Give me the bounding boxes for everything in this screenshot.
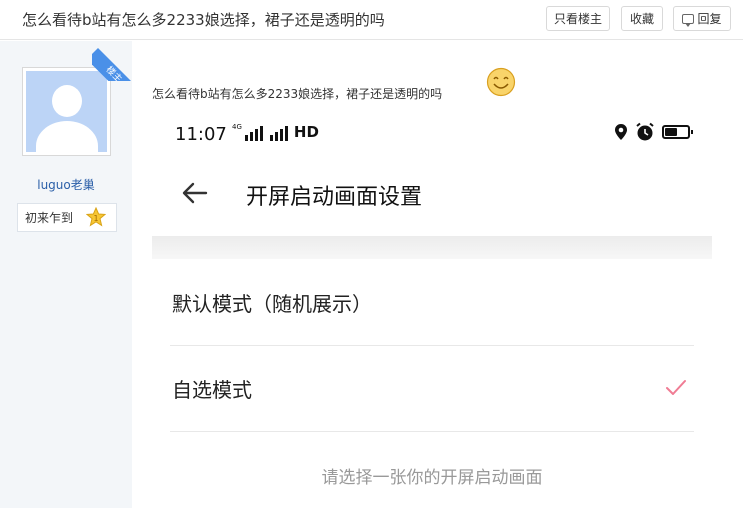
hint-text: 请选择一张你的开屏启动画面 [321, 468, 543, 488]
reply-label: 回复 [697, 12, 722, 26]
op-ribbon: 楼主 [92, 41, 132, 81]
status-time: 11:07 [175, 124, 227, 145]
status-icons [614, 122, 693, 142]
favorite-label: 收藏 [629, 12, 654, 26]
default-avatar-icon [26, 71, 107, 152]
author-username[interactable]: luguo老巢 [0, 176, 132, 193]
embedded-screenshot: 11:07 4G HD 开屏启动画面设置 默认模式（随机展示） 自选模式 请选择… [152, 110, 712, 508]
reply-icon [682, 13, 695, 27]
battery-icon [662, 125, 693, 139]
reply-button[interactable]: 回复 [673, 6, 731, 31]
thread-header: 怎么看待b站有怎么多2233娘选择，裙子还是透明的吗 只看楼主 收藏 回复 [0, 0, 743, 40]
alarm-icon [636, 122, 654, 141]
favorite-button[interactable]: 收藏 [621, 6, 663, 31]
smiley-emoji-icon [486, 67, 516, 97]
only-op-button[interactable]: 只看楼主 [546, 6, 610, 31]
hd-label: HD [293, 123, 319, 141]
signal-indicator: 4G HD [232, 123, 319, 141]
option-custom-mode[interactable]: 自选模式 [170, 346, 694, 432]
only-op-label: 只看楼主 [553, 12, 602, 26]
post-text: 怎么看待b站有怎么多2233娘选择，裙子还是透明的吗 [152, 87, 443, 101]
option-default-mode[interactable]: 默认模式（随机展示） [170, 260, 694, 346]
rank-level: 1 [93, 214, 98, 223]
rank-badge: 初来乍到 1 [17, 203, 117, 232]
star-level-icon: 1 [86, 207, 106, 227]
back-arrow-icon[interactable] [180, 178, 210, 208]
op-badge: 楼主 [92, 48, 132, 81]
author-sidebar: luguo老巢 初来乍到 1 [0, 41, 132, 508]
option-label: 自选模式 [172, 378, 252, 402]
network-label: 4G [232, 123, 242, 131]
rank-title: 初来乍到 [25, 211, 74, 225]
section-divider [152, 236, 712, 259]
option-label: 默认模式（随机展示） [172, 292, 372, 316]
page-title: 开屏启动画面设置 [246, 185, 423, 210]
location-icon [615, 124, 627, 140]
checkmark-icon [666, 380, 686, 395]
thread-title: 怎么看待b站有怎么多2233娘选择，裙子还是透明的吗 [22, 11, 385, 29]
